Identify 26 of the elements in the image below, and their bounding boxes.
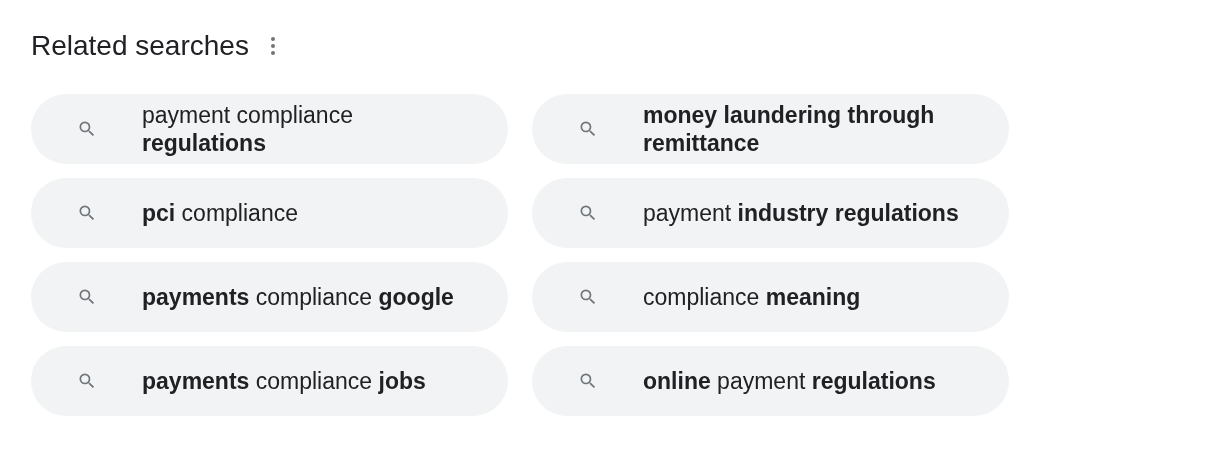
search-suggestion: compliance meaning: [643, 283, 861, 311]
related-search-chip[interactable]: payments compliance google: [31, 262, 508, 332]
search-suggestion: pci compliance: [142, 199, 298, 227]
related-search-chip[interactable]: payment compliance regulations: [31, 94, 508, 164]
section-title: Related searches: [31, 32, 249, 60]
search-icon: [578, 287, 598, 307]
related-search-chip[interactable]: payments compliance jobs: [31, 346, 508, 416]
related-search-chip[interactable]: payment industry regulations: [532, 178, 1009, 248]
search-icon: [578, 371, 598, 391]
search-suggestion: payment industry regulations: [643, 199, 959, 227]
search-icon: [77, 203, 97, 223]
search-icon: [77, 119, 97, 139]
search-suggestion: payments compliance jobs: [142, 367, 426, 395]
search-icon: [578, 203, 598, 223]
search-suggestion: payments compliance google: [142, 283, 454, 311]
search-suggestion: online payment regulations: [643, 367, 936, 395]
related-search-chip[interactable]: money laundering through remittance: [532, 94, 1009, 164]
related-search-chip[interactable]: pci compliance: [31, 178, 508, 248]
search-icon: [578, 119, 598, 139]
more-options-icon[interactable]: [270, 37, 275, 55]
search-icon: [77, 287, 97, 307]
related-search-chip[interactable]: compliance meaning: [532, 262, 1009, 332]
search-suggestion: payment compliance regulations: [142, 101, 354, 157]
search-suggestion: money laundering through remittance: [643, 101, 936, 157]
search-icon: [77, 371, 97, 391]
related-search-chip[interactable]: online payment regulations: [532, 346, 1009, 416]
